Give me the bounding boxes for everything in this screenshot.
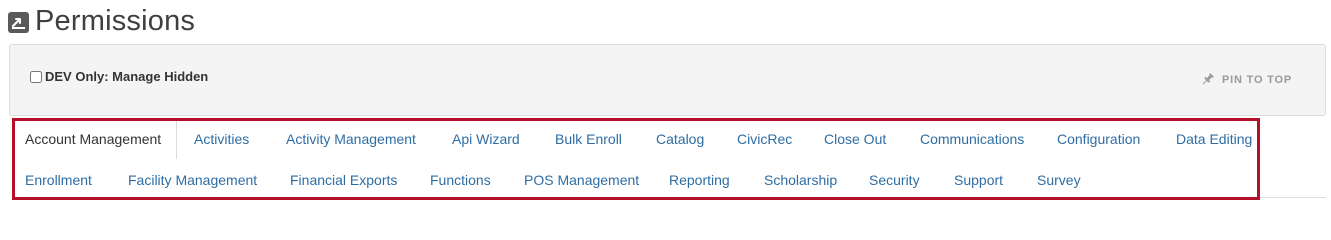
page-title: Permissions	[35, 4, 196, 37]
page-header: Permissions	[8, 3, 195, 39]
dev-only-checkbox[interactable]	[30, 70, 42, 83]
tab-data-editing[interactable]: Data Editing	[1176, 131, 1252, 147]
tab-reporting[interactable]: Reporting	[669, 172, 730, 188]
pin-to-top-label: PIN TO TOP	[1222, 73, 1292, 86]
tab-activity-management[interactable]: Activity Management	[286, 131, 416, 147]
tab-pos-management[interactable]: POS Management	[524, 172, 639, 188]
pin-to-top-button[interactable]: PIN TO TOP	[1200, 72, 1292, 87]
dev-only-label: DEV Only: Manage Hidden	[45, 69, 209, 84]
tab-enrollment[interactable]: Enrollment	[25, 172, 92, 188]
permissions-app-icon	[8, 12, 29, 33]
tab-close-out[interactable]: Close Out	[824, 131, 886, 147]
tab-support[interactable]: Support	[954, 172, 1003, 188]
tab-scholarship[interactable]: Scholarship	[764, 172, 837, 188]
tab-api-wizard[interactable]: Api Wizard	[452, 131, 520, 147]
tab-activities[interactable]: Activities	[194, 131, 249, 147]
tab-account-management[interactable]: Account Management	[25, 131, 161, 147]
options-panel: DEV Only: Manage Hidden PIN TO TOP	[9, 44, 1326, 116]
tab-security[interactable]: Security	[869, 172, 920, 188]
pin-icon	[1202, 73, 1214, 85]
tab-configuration[interactable]: Configuration	[1057, 131, 1140, 147]
tab-functions[interactable]: Functions	[430, 172, 491, 188]
tab-facility-management[interactable]: Facility Management	[128, 172, 257, 188]
tab-survey[interactable]: Survey	[1037, 172, 1081, 188]
dev-only-manage-hidden[interactable]: DEV Only: Manage Hidden	[30, 69, 208, 84]
tab-civicrec[interactable]: CivicRec	[737, 131, 792, 147]
tab-bulk-enroll[interactable]: Bulk Enroll	[555, 131, 622, 147]
tab-catalog[interactable]: Catalog	[656, 131, 704, 147]
permissions-page: Permissions DEV Only: Manage Hidden PIN …	[0, 0, 1331, 212]
tab-communications[interactable]: Communications	[920, 131, 1024, 147]
tab-financial-exports[interactable]: Financial Exports	[290, 172, 397, 188]
